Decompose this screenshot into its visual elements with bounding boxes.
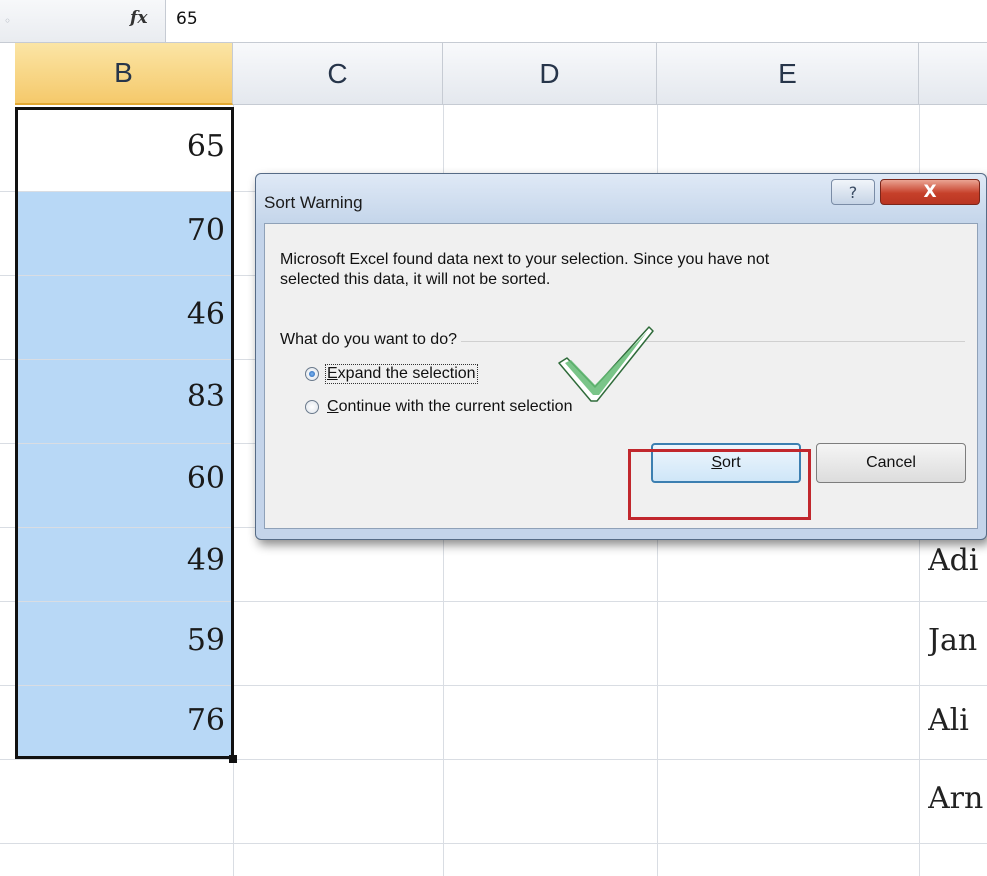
dialog-body: Microsoft Excel found data next to your … — [264, 223, 978, 529]
insert-function-icon[interactable]: fx — [130, 8, 147, 28]
cell-f-text[interactable]: Adi — [928, 543, 987, 578]
highlight-annotation-box — [628, 449, 811, 520]
radio-expand-label[interactable]: Expand the selection — [325, 364, 478, 384]
group-label: What do you want to do? — [280, 331, 461, 349]
warning-message-line: Microsoft Excel found data next to your … — [280, 251, 770, 268]
dialog-titlebar[interactable]: Sort Warning ? X — [256, 174, 986, 224]
cell-f-text[interactable]: Ali — [928, 703, 987, 738]
cancel-button[interactable]: Cancel — [816, 443, 966, 483]
column-header-f[interactable] — [919, 43, 987, 105]
radio-continue[interactable] — [305, 400, 319, 414]
column-header-d[interactable]: D — [443, 43, 657, 105]
formula-bar: ◦ fx 65 — [0, 0, 987, 43]
fill-handle[interactable] — [229, 755, 237, 763]
close-button[interactable]: X — [880, 179, 980, 205]
warning-message: Microsoft Excel found data next to your … — [280, 250, 970, 290]
help-button[interactable]: ? — [831, 179, 875, 205]
column-header-e[interactable]: E — [657, 43, 919, 105]
group-divider — [455, 341, 965, 342]
option-expand-selection[interactable]: Expand the selection — [305, 364, 478, 384]
resize-handle-icon[interactable]: ◦ — [4, 14, 12, 28]
checkmark-icon — [558, 326, 654, 402]
column-headers: B C D E — [0, 43, 987, 105]
cell-f-text[interactable]: Jan — [928, 623, 987, 658]
radio-expand[interactable] — [305, 367, 319, 381]
dialog-title: Sort Warning — [264, 193, 363, 212]
radio-continue-label[interactable]: Continue with the current selection — [326, 398, 573, 416]
formula-input[interactable]: 65 — [176, 9, 198, 29]
selection-border — [15, 107, 234, 759]
warning-message-line: selected this data, it will not be sorte… — [280, 271, 551, 288]
column-header-c[interactable]: C — [233, 43, 443, 105]
option-continue-selection[interactable]: Continue with the current selection — [305, 398, 573, 416]
sort-warning-dialog: Sort Warning ? X Microsoft Excel found d… — [255, 173, 987, 540]
column-header-b[interactable]: B — [15, 43, 233, 105]
name-box-area[interactable]: ◦ fx — [0, 0, 166, 42]
cell-f-text[interactable]: Arn — [928, 781, 987, 816]
